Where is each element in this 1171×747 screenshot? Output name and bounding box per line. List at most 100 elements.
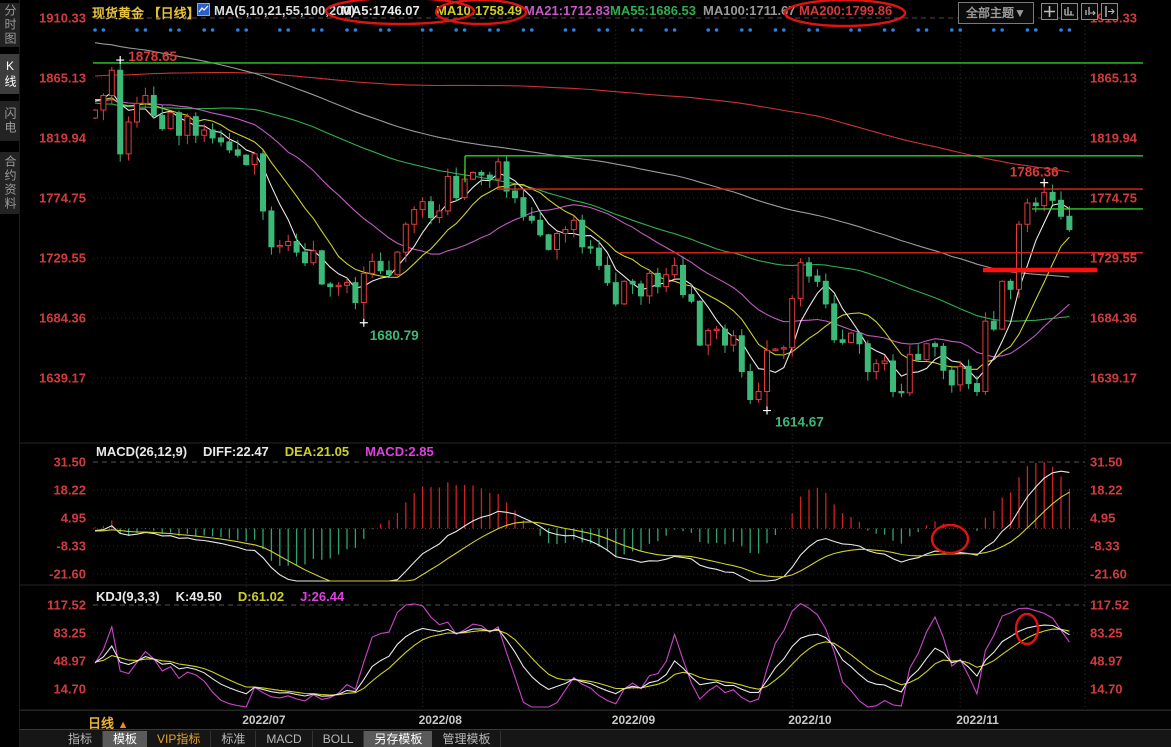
symbol-title: 现货黄金 【日线】 xyxy=(92,3,200,22)
axis-tick-label: 48.97 xyxy=(53,654,86,669)
axis-tick-label: -21.60 xyxy=(1090,567,1127,582)
axis-tick-label: 83.25 xyxy=(1090,626,1123,641)
sidebar-tab-闪电图[interactable]: 闪电图 xyxy=(0,101,19,141)
ma-readout: MA21:1712.83 xyxy=(524,3,610,18)
axis-tick-label: 1729.55 xyxy=(1090,251,1137,266)
dea-line xyxy=(95,492,1069,581)
extreme-price-label: 1680.79 xyxy=(370,328,419,343)
axis-tick-label: 1819.94 xyxy=(39,131,87,146)
axis-tick-label: 14.70 xyxy=(53,682,86,697)
ma5-line xyxy=(95,92,1069,379)
axis-tick-label: 117.52 xyxy=(47,598,86,613)
axis-tick-label: -8.33 xyxy=(56,539,86,554)
bottom-tab-另存模板[interactable]: 另存模板 xyxy=(364,731,432,747)
chart-type-icon[interactable] xyxy=(197,3,210,19)
sidebar-tab-分时图[interactable]: 分时图 xyxy=(0,3,19,47)
ma-readout: MA55:1686.53 xyxy=(610,3,696,18)
axis-tick-label: 18.22 xyxy=(53,483,86,498)
extreme-price-label: 1786.36 xyxy=(1010,165,1059,180)
bottom-tab-MACD[interactable]: MACD xyxy=(256,731,312,747)
bottom-tab-指标[interactable]: 指标 xyxy=(58,731,103,747)
axis-tick-label: 31.50 xyxy=(1090,455,1123,470)
extreme-cross-marker xyxy=(1040,179,1048,187)
bottom-tab-标准[interactable]: 标准 xyxy=(211,731,256,747)
extreme-cross-marker xyxy=(116,56,124,64)
trading-terminal: 分时图K线图闪电图合约资料 现货黄金 【日线】 MA(5,10,21,55,10… xyxy=(0,0,1171,747)
signal-dots xyxy=(93,28,1071,32)
bottom-tab-模板[interactable]: 模板 xyxy=(103,731,147,747)
axis-tick-label: 1639.17 xyxy=(39,371,86,386)
ma-readout: MA5:1746.07 xyxy=(341,3,420,18)
axis-tick-label: 4.95 xyxy=(1090,511,1115,526)
axis-tick-label: 48.97 xyxy=(1090,654,1123,669)
macd-macd-value: MACD:2.85 xyxy=(365,444,434,459)
j-line xyxy=(95,604,1069,707)
bottom-tab-管理模板[interactable]: 管理模板 xyxy=(432,731,501,747)
sidebar-tab-合约资料[interactable]: 合约资料 xyxy=(0,152,19,214)
macd-params: MACD(26,12,9) xyxy=(96,444,187,459)
date-label: 2022/07 xyxy=(242,713,285,727)
kdj-plot xyxy=(95,604,1069,707)
pane-exit-icon[interactable] xyxy=(1101,3,1118,20)
ma-lines xyxy=(95,43,1069,380)
axis-tick-label: -8.33 xyxy=(1090,539,1120,554)
axis-tick-label: 1774.75 xyxy=(39,191,86,206)
crosshair-icon[interactable] xyxy=(1041,3,1058,20)
ma-readout: MA100:1711.67 xyxy=(703,3,796,18)
chart-toolbar xyxy=(1041,3,1118,20)
extreme-cross-marker xyxy=(763,407,771,415)
kdj-j-value: J:26.44 xyxy=(300,589,344,604)
diff-line xyxy=(95,471,1069,581)
ma21-line xyxy=(95,99,1069,357)
ma200-line xyxy=(95,73,1069,173)
extreme-cross-marker xyxy=(360,319,368,327)
kdj-d-value: D:61.02 xyxy=(238,589,284,604)
axis-tick-label: 1819.94 xyxy=(1090,131,1138,146)
axis-tick-label: 14.70 xyxy=(1090,682,1123,697)
extreme-price-label: 1878.65 xyxy=(128,49,177,64)
ma100-line xyxy=(95,43,1069,277)
chart-type-sidebar: 分时图 K线图闪电图合约资料 xyxy=(0,0,20,747)
date-label: 2022/11 xyxy=(956,713,999,727)
bottom-tab-bar: 指标模板VIP指标标准MACDBOLL另存模板管理模板 xyxy=(0,729,1171,747)
date-label: 2022/08 xyxy=(419,713,462,727)
axis-tick-label: 1865.13 xyxy=(1090,71,1137,86)
kdj-params: KDJ(9,3,3) xyxy=(96,589,160,604)
bottom-tab-VIP指标[interactable]: VIP指标 xyxy=(147,731,211,747)
macd-title-row: MACD(26,12,9) DIFF:22.47 DEA:21.05 MACD:… xyxy=(96,444,434,459)
axis-tick-label: 1684.36 xyxy=(1090,311,1137,326)
highlight-circle-annotation xyxy=(932,525,968,553)
axis-tick-label: 1729.55 xyxy=(39,251,86,266)
bottom-tab-BOLL[interactable]: BOLL xyxy=(313,731,365,747)
axis-tick-label: 1684.36 xyxy=(39,311,86,326)
date-label: 2022/10 xyxy=(788,713,831,727)
kdj-title-row: KDJ(9,3,3) K:49.50 D:61.02 J:26.44 xyxy=(96,589,344,604)
gridlines xyxy=(20,18,1171,710)
theme-selector-button[interactable]: 全部主题▼ xyxy=(958,2,1034,24)
k-line xyxy=(95,625,1069,696)
ma-readout: MA200:1799.86 xyxy=(799,3,892,18)
axis-tick-label: 18.22 xyxy=(1090,483,1123,498)
axis-tick-label: 31.50 xyxy=(53,455,86,470)
ma10-line xyxy=(95,98,1069,370)
axis-tick-label: 1639.17 xyxy=(1090,371,1137,386)
macd-plot xyxy=(95,462,1069,581)
time-axis: 日线 ▲ 2022/072022/082022/092022/102022/11 xyxy=(0,710,1171,730)
axis-tick-label: 117.52 xyxy=(1090,598,1129,613)
axis-tick-label: 1865.13 xyxy=(39,71,86,86)
ma55-line xyxy=(95,103,1069,321)
pane-expand-icon[interactable] xyxy=(1081,3,1098,20)
candlesticks xyxy=(93,60,1072,410)
highlight-circle-annotation xyxy=(1016,614,1038,644)
sidebar-tab-K线图[interactable]: K线图 xyxy=(0,54,19,94)
extreme-price-label: 1614.67 xyxy=(775,415,824,430)
axis-tick-label: -21.60 xyxy=(49,567,86,582)
chart-canvas[interactable]: 1910.331910.331865.131865.131819.941819.… xyxy=(0,0,1171,747)
axis-tick-label: 4.95 xyxy=(61,511,86,526)
drawn-annotations: 1878.65 1680.79 1614.67 1786.36 xyxy=(93,0,1143,644)
pane-shrink-icon[interactable] xyxy=(1061,3,1078,20)
macd-dea-value: DEA:21.05 xyxy=(285,444,349,459)
date-label: 2022/09 xyxy=(612,713,655,727)
axis-tick-label: 1774.75 xyxy=(1090,191,1137,206)
axis-tick-label: 83.25 xyxy=(53,626,86,641)
